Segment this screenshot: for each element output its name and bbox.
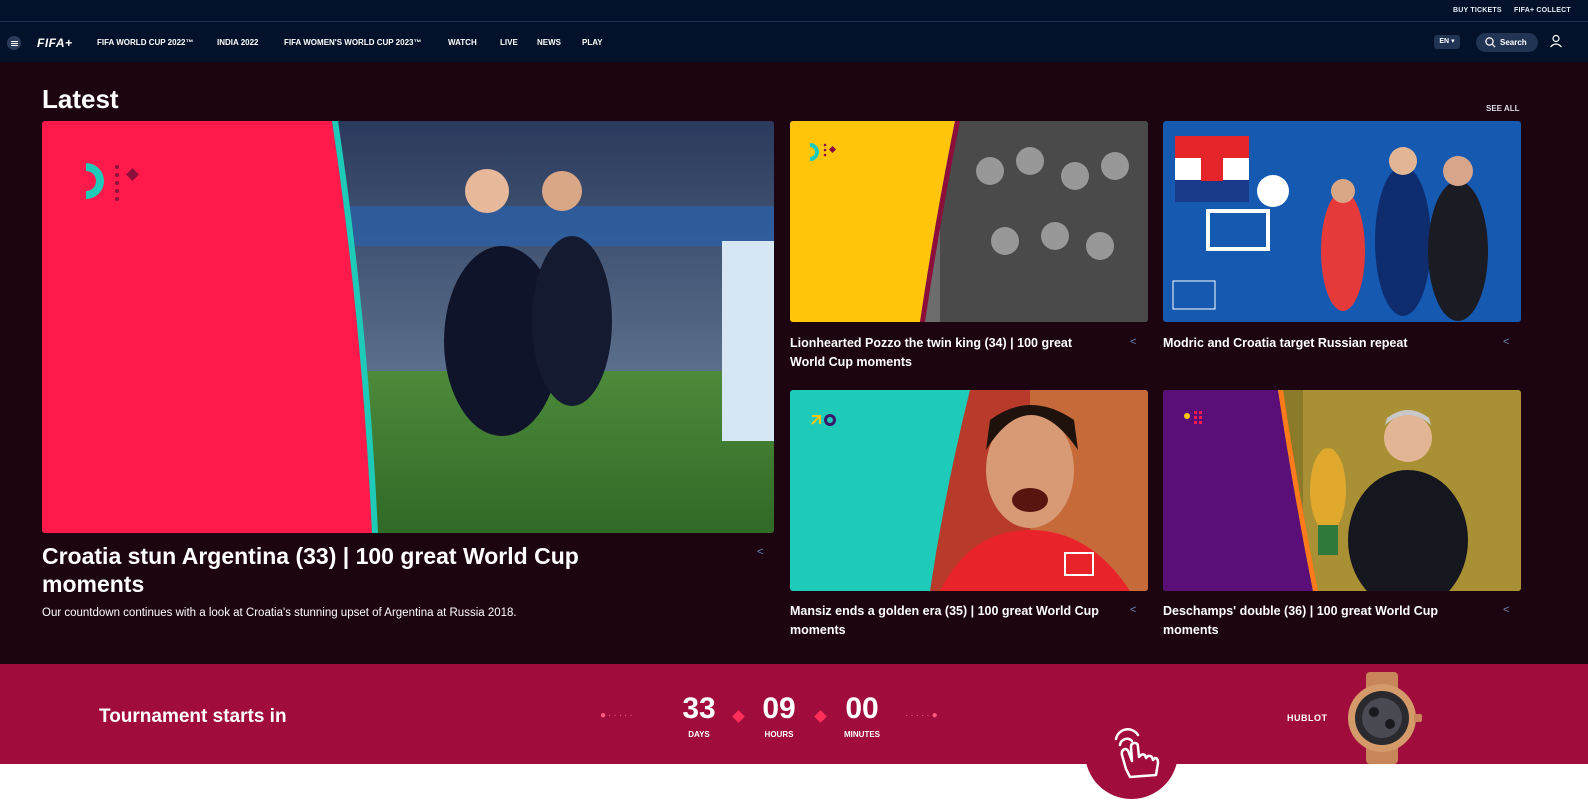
chevron-down-icon: ▾ <box>1451 38 1455 45</box>
card-illustration <box>1163 121 1521 322</box>
article-card-image[interactable] <box>790 121 1148 322</box>
language-label: EN <box>1439 38 1450 45</box>
fifa-plus-collect-link[interactable]: FIFA+ COLLECT <box>1514 7 1571 14</box>
share-icon[interactable]: < <box>757 546 763 558</box>
nav-link-play[interactable]: PLAY <box>582 38 603 47</box>
countdown-minutes: 00 <box>845 692 879 725</box>
hero-article-image[interactable] <box>42 121 774 533</box>
watch-image <box>1348 672 1422 764</box>
countdown-hours: 09 <box>762 692 796 725</box>
share-icon[interactable]: < <box>1130 604 1136 616</box>
buy-tickets-link[interactable]: BUY TICKETS <box>1453 7 1502 14</box>
see-all-link[interactable]: SEE ALL <box>1486 104 1519 113</box>
nav-link-watch[interactable]: WATCH <box>448 38 477 47</box>
article-card-image[interactable] <box>1163 390 1521 591</box>
search-label: Search <box>1500 38 1527 47</box>
section-heading: Latest <box>42 84 119 114</box>
search-icon <box>1485 37 1496 48</box>
countdown-separator <box>814 710 827 723</box>
hero-article-description: Our countdown continues with a look at C… <box>42 607 517 619</box>
countdown-minutes-label: MINUTES <box>844 730 880 739</box>
card-illustration <box>1163 390 1521 591</box>
utility-bar: BUY TICKETS FIFA+ COLLECT <box>0 0 1588 22</box>
countdown-days-label: DAYS <box>688 730 710 739</box>
countdown-separator <box>732 710 745 723</box>
article-card-title[interactable]: Mansiz ends a golden era (35) | 100 grea… <box>790 602 1100 640</box>
article-card-title[interactable]: Lionhearted Pozzo the twin king (34) | 1… <box>790 334 1100 372</box>
nav-link-womens-world-cup-2023[interactable]: FIFA WOMEN'S WORLD CUP 2023™ <box>284 38 421 47</box>
countdown-decoration: ·····● <box>905 710 940 721</box>
article-card-title[interactable]: Deschamps' double (36) | 100 great World… <box>1163 602 1473 640</box>
fifa-plus-logo[interactable]: FIFA+ <box>37 36 73 50</box>
share-icon[interactable]: < <box>1503 336 1509 348</box>
share-icon[interactable]: < <box>1130 336 1136 348</box>
hand-tap-icon <box>1114 727 1159 778</box>
tournament-countdown: Tournament starts in ●····· 33 DAYS 09 H… <box>0 664 1588 764</box>
article-card-title[interactable]: Modric and Croatia target Russian repeat <box>1163 334 1473 353</box>
article-card-image[interactable] <box>1163 121 1521 322</box>
nav-link-live[interactable]: LIVE <box>500 38 518 47</box>
countdown-label: Tournament starts in <box>99 706 287 727</box>
share-icon[interactable]: < <box>1503 604 1509 616</box>
card-illustration <box>790 121 1148 322</box>
article-card-image[interactable] <box>790 390 1148 591</box>
nav-link-world-cup-2022[interactable]: FIFA WORLD CUP 2022™ <box>97 38 193 47</box>
countdown-days: 33 <box>682 692 716 725</box>
search-button[interactable]: Search <box>1476 33 1538 52</box>
main-nav: FIFA+ FIFA WORLD CUP 2022™ INDIA 2022 FI… <box>0 22 1588 62</box>
hero-illustration <box>42 121 774 533</box>
latest-section: Latest SEE ALL Croatia stun Argentina (3… <box>0 62 1588 664</box>
language-selector[interactable]: EN ▾ <box>1434 35 1460 49</box>
menu-icon[interactable] <box>7 36 21 50</box>
countdown-decoration: ●····· <box>600 710 635 721</box>
countdown-hours-label: HOURS <box>764 730 794 739</box>
nav-link-news[interactable]: NEWS <box>537 38 561 47</box>
hero-article-title[interactable]: Croatia stun Argentina (33) | 100 great … <box>42 542 662 598</box>
card-illustration <box>790 390 1148 591</box>
user-icon[interactable] <box>1549 34 1563 48</box>
sponsor-logo: HUBLOT <box>1287 713 1328 723</box>
tap-gesture-button[interactable] <box>1085 706 1178 799</box>
nav-link-india-2022[interactable]: INDIA 2022 <box>217 38 259 47</box>
